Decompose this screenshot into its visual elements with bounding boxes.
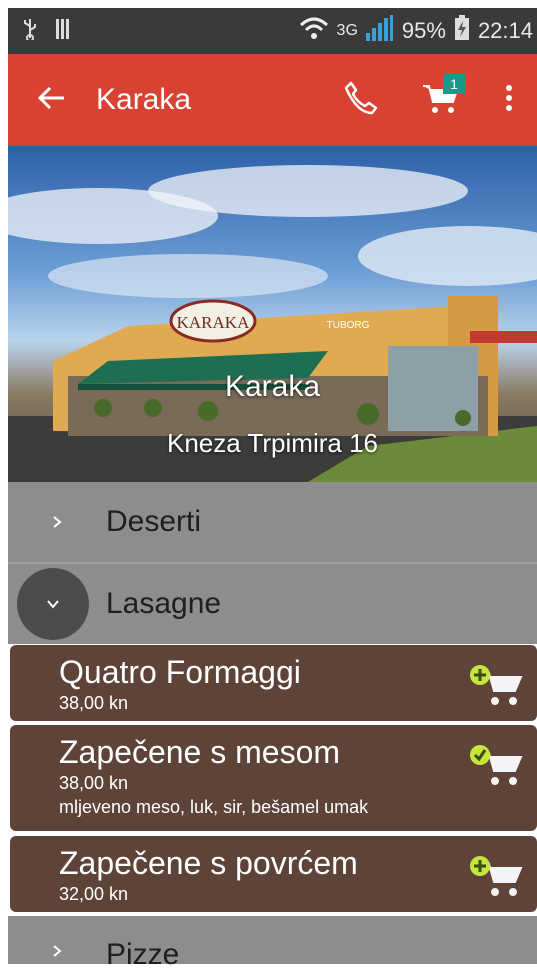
cart-button[interactable]: 1 [401, 54, 481, 146]
category-deserti[interactable]: Deserti [8, 482, 537, 562]
building-lettering: TUBORG [327, 320, 370, 331]
item-name: Zapečene s mesom [59, 734, 341, 770]
item-price: 38,00 kn [59, 773, 129, 793]
menu-item[interactable]: Quatro Formaggi 38,00 kn [10, 645, 537, 721]
cart-added-icon [470, 745, 523, 785]
chevron-down-icon [17, 568, 89, 640]
add-to-cart-button[interactable] [469, 852, 525, 902]
network-type: 3G [336, 22, 358, 39]
battery-charging-icon [454, 15, 470, 47]
restaurant-address: Kneza Trpimira 16 [167, 428, 378, 458]
phone-icon [343, 80, 379, 121]
menu-item[interactable]: Zapečene s povrćem 32,00 kn [10, 836, 537, 912]
add-to-cart-button[interactable] [469, 741, 525, 791]
call-button[interactable] [321, 54, 401, 146]
cell-signal-icon [365, 15, 394, 47]
item-description: mljeveno meso, luk, sir, bešamel umak [59, 797, 369, 817]
category-pizze[interactable]: Pizze [8, 916, 537, 971]
more-vertical-icon [505, 84, 513, 117]
chevron-right-icon [8, 938, 106, 958]
cart-add-icon [470, 856, 523, 896]
wifi-icon [299, 16, 329, 46]
item-price: 38,00 kn [59, 693, 129, 713]
category-label: Deserti [106, 505, 202, 538]
item-price: 32,00 kn [59, 884, 129, 904]
clock: 22:14 [477, 18, 533, 43]
back-button[interactable] [8, 54, 96, 146]
add-to-cart-button[interactable] [469, 661, 525, 711]
category-lasagne[interactable]: Lasagne [8, 564, 537, 644]
sign-lettering: KARAKA [177, 313, 250, 332]
battery-percent: 95% [401, 18, 446, 43]
usb-icon [22, 18, 38, 45]
status-bar: 3G 95% 22:14 [8, 8, 537, 54]
cart-count-badge: 1 [443, 74, 465, 94]
menu-item[interactable]: Zapečene s mesom 38,00 kn mljeveno meso,… [10, 725, 537, 831]
chevron-right-icon [8, 515, 106, 529]
page-title: Karaka [96, 83, 192, 116]
category-label: Pizze [106, 938, 180, 971]
arrow-left-icon [37, 86, 66, 115]
restaurant-name: Karaka [224, 370, 321, 403]
category-label: Lasagne [106, 587, 222, 620]
item-name: Quatro Formaggi [59, 654, 301, 690]
restaurant-header-image: KARAKA TUBORG Karaka Kneza Trpimira 16 [8, 146, 537, 482]
item-name: Zapečene s povrćem [59, 845, 358, 881]
cart-add-icon [470, 665, 523, 705]
app-bar: Karaka 1 [8, 54, 537, 146]
signal-bars-icon [56, 18, 72, 44]
overflow-menu-button[interactable] [481, 54, 537, 146]
